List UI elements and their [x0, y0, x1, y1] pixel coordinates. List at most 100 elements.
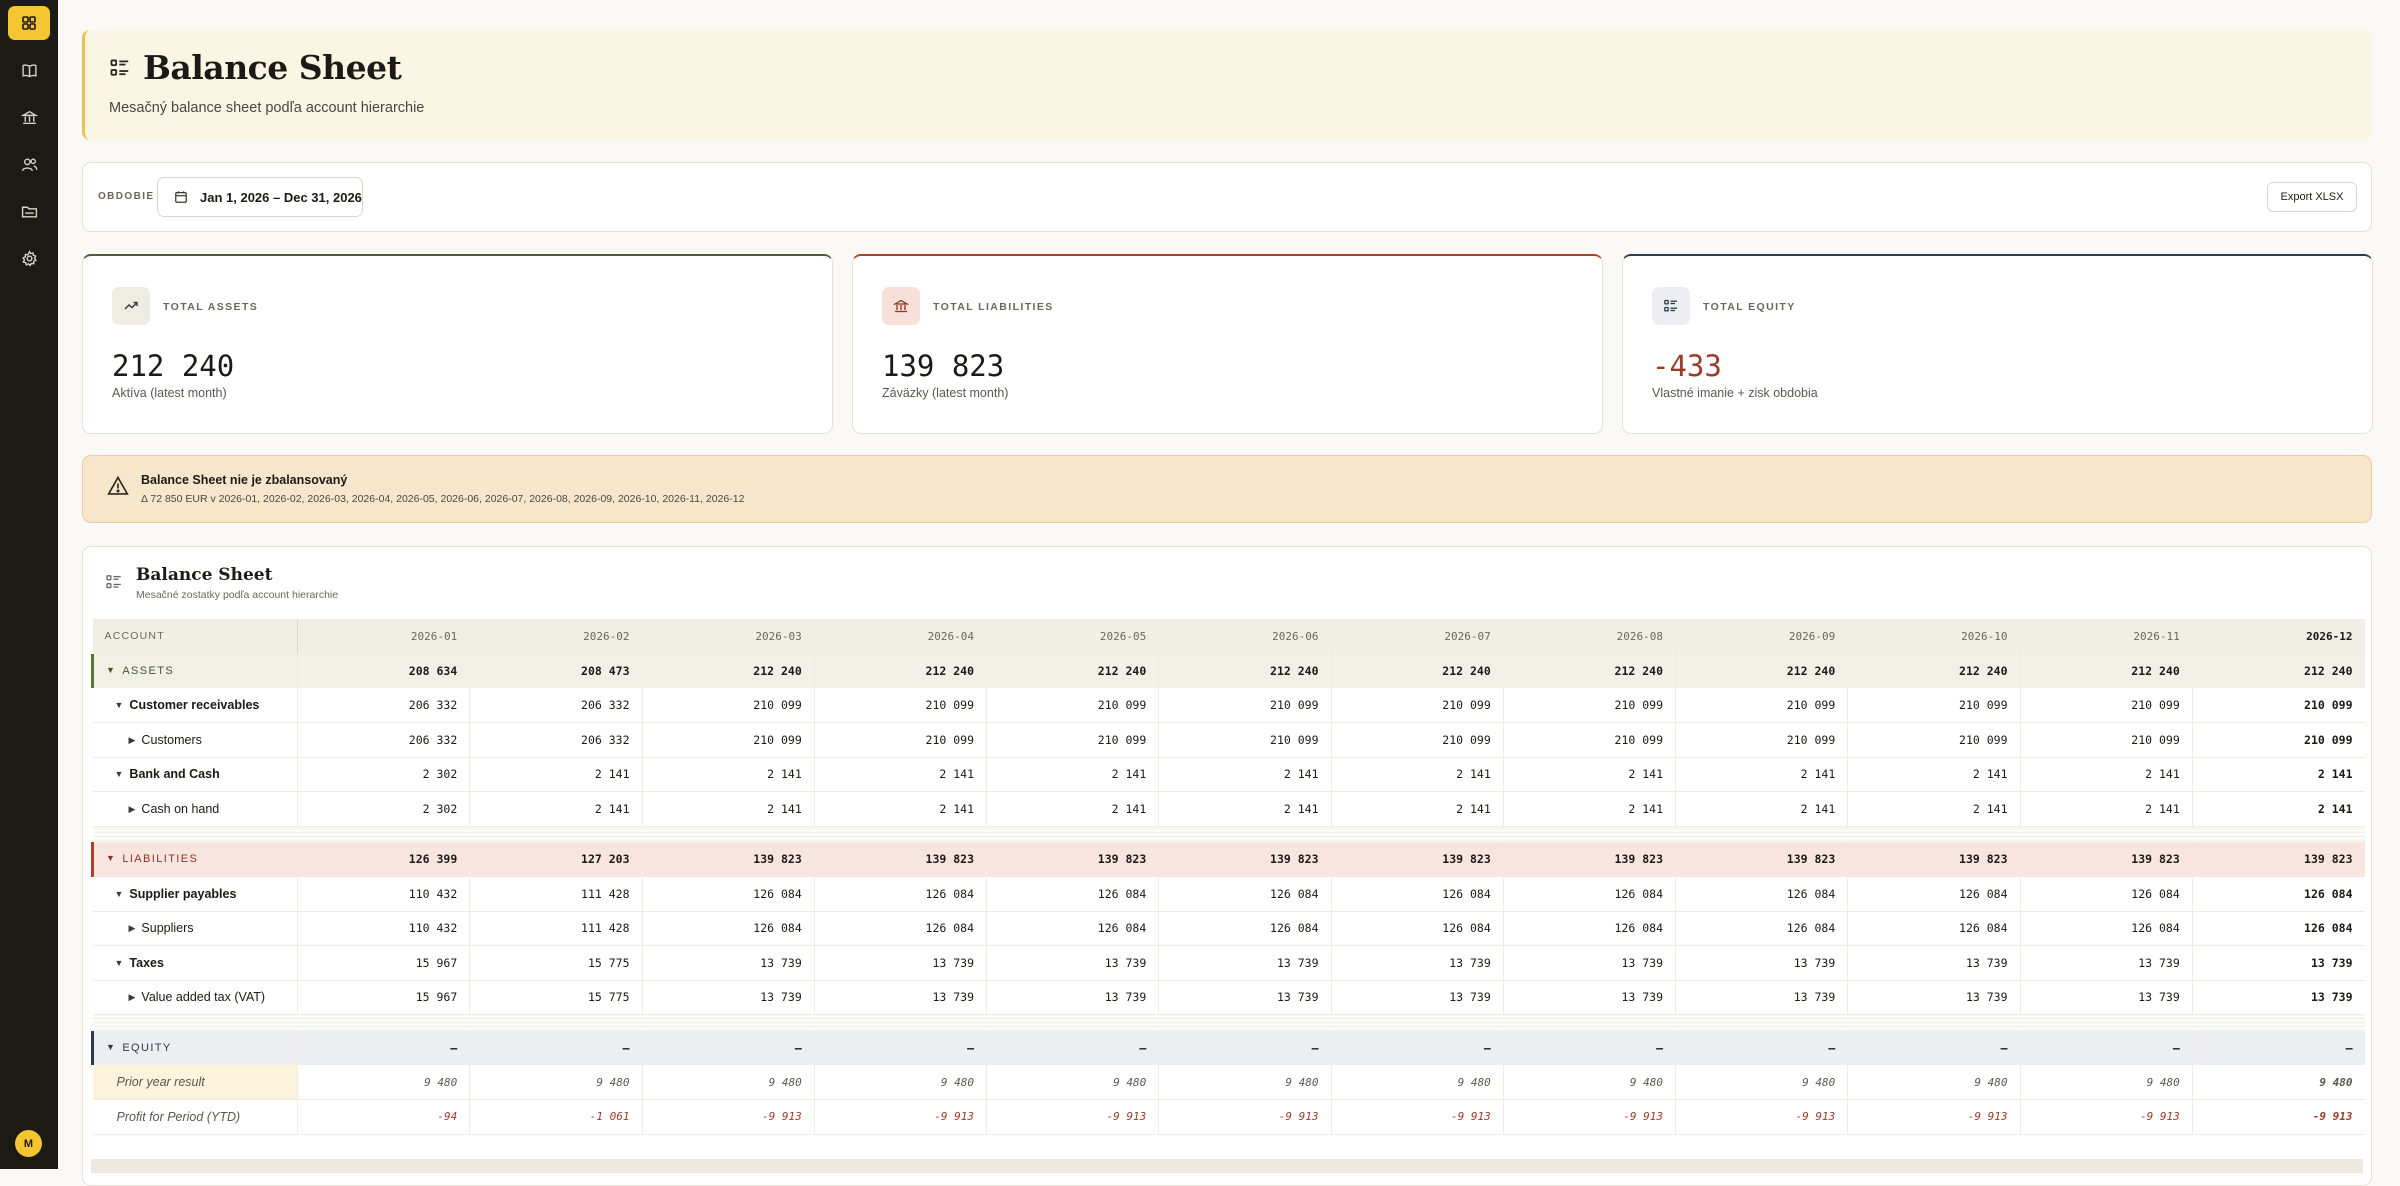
amount-cell: 9 480: [1503, 1065, 1677, 1100]
column-header-month[interactable]: 2026-03: [642, 619, 815, 654]
amount-cell: 126 084: [1158, 911, 1332, 946]
amount-cell: 13 739: [814, 945, 988, 981]
account-row[interactable]: ▶ Cash on hand 2 302 2 141 2 141 2 141 2 141 2 …: [92, 791, 2365, 827]
amount-cell: 212 240: [1331, 653, 1504, 688]
amount-cell: -9 913: [986, 1099, 1160, 1135]
group-row[interactable]: ▼ Bank and Cash 2 302 2 141 2 141 2 141 2 141 2…: [92, 757, 2365, 792]
nav-settings-button[interactable]: [8, 241, 50, 275]
amount-cell: 210 099: [1331, 722, 1504, 758]
amount-cell: 127 203: [469, 842, 643, 877]
amount-cell: -9 913: [814, 1099, 988, 1135]
amount-cell: 13 739: [986, 945, 1160, 981]
amount-cell: 2 141: [1675, 757, 1849, 792]
amount-cell: 15 967: [297, 945, 471, 981]
group-row[interactable]: ▼ Customer receivables 206 332 206 332 210 0…: [92, 688, 2365, 723]
column-header-month[interactable]: 2026-12: [2192, 619, 2365, 654]
column-header-month[interactable]: 2026-02: [469, 619, 643, 654]
amount-cell: -94: [297, 1099, 471, 1135]
nav-contacts-button[interactable]: [8, 147, 50, 181]
equity-line-row: Prior year result 9 480 9 480 9 480 9 480 9 4…: [92, 1065, 2365, 1100]
amount-cell: 9 480: [297, 1065, 471, 1100]
account-label: Customer receivables: [129, 698, 260, 712]
expand-caret-icon[interactable]: ▶: [129, 992, 136, 1003]
account-cell: Profit for Period (YTD): [92, 1099, 298, 1135]
amount-cell: 13 739: [986, 980, 1160, 1015]
collapse-caret-icon[interactable]: ▼: [106, 665, 116, 675]
account-cell: ▼ Customer receivables: [92, 688, 298, 723]
amount-cell: 139 823: [814, 842, 988, 877]
amount-cell: 210 099: [2192, 688, 2365, 723]
nav-journal-button[interactable]: [8, 53, 50, 87]
column-header-month[interactable]: 2026-07: [1331, 619, 1504, 654]
amount-cell: 139 823: [2192, 842, 2365, 877]
amount-cell: 2 141: [814, 791, 988, 827]
amount-cell: —: [986, 1030, 1160, 1065]
amount-cell: —: [2020, 1030, 2193, 1065]
collapse-caret-icon[interactable]: ▼: [115, 958, 124, 968]
amount-cell: 212 240: [1158, 653, 1332, 688]
amount-cell: 210 099: [1158, 722, 1332, 758]
column-header-month[interactable]: 2026-09: [1675, 619, 1849, 654]
amount-cell: 126 084: [986, 876, 1160, 912]
collapse-caret-icon[interactable]: ▼: [115, 769, 124, 779]
nav-dashboard-button[interactable]: [8, 6, 50, 40]
user-avatar[interactable]: M: [15, 1130, 42, 1157]
amount-cell: 210 099: [1847, 688, 2021, 723]
section-spacer: [92, 826, 2365, 842]
amount-cell: 9 480: [986, 1065, 1160, 1100]
column-header-month[interactable]: 2026-04: [814, 619, 988, 654]
account-label: Customers: [141, 732, 202, 747]
collapse-caret-icon[interactable]: ▼: [115, 889, 124, 899]
amount-cell: 126 084: [2020, 876, 2193, 912]
column-header-month[interactable]: 2026-06: [1158, 619, 1332, 654]
group-row[interactable]: ▼ Taxes 15 967 15 775 13 739 13 739 13 739 13 7…: [92, 945, 2365, 981]
column-header-account[interactable]: ACCOUNT: [92, 619, 298, 654]
column-header-month[interactable]: 2026-01: [297, 619, 471, 654]
amount-cell: 9 480: [1675, 1065, 1849, 1100]
account-cell: ▼ Taxes: [92, 945, 298, 981]
column-header-month[interactable]: 2026-11: [2020, 619, 2193, 654]
amount-cell: 210 099: [986, 722, 1160, 758]
expand-caret-icon[interactable]: ▶: [129, 804, 136, 815]
period-picker[interactable]: Jan 1, 2026 – Dec 31, 2026: [157, 177, 363, 217]
collapse-caret-icon[interactable]: ▼: [115, 700, 124, 710]
amount-cell: 2 141: [986, 757, 1160, 792]
amount-cell: -9 913: [2192, 1099, 2365, 1135]
amount-cell: 13 739: [1331, 945, 1504, 981]
amount-cell: 126 084: [814, 876, 988, 912]
account-row[interactable]: ▶ Suppliers 110 432 111 428 126 084 126 084 12…: [92, 911, 2365, 946]
amount-cell: 139 823: [1331, 842, 1504, 877]
amount-cell: 2 141: [986, 791, 1160, 827]
table-title: Balance Sheet: [136, 565, 273, 585]
nav-documents-button[interactable]: [8, 194, 50, 228]
horizontal-scrollbar[interactable]: [91, 1159, 2363, 1173]
column-header-month[interactable]: 2026-05: [986, 619, 1160, 654]
table-header-row: ACCOUNT 2026-01 2026-02 2026-03 2026-04 2026-…: [92, 619, 2365, 654]
account-row[interactable]: ▶ Value added tax (VAT) 15 967 15 775 13 739…: [92, 980, 2365, 1015]
expand-caret-icon[interactable]: ▶: [129, 923, 136, 934]
account-label: Cash on hand: [141, 801, 220, 816]
account-row[interactable]: ▶ Customers 206 332 206 332 210 099 210 099 21…: [92, 722, 2365, 758]
column-header-month[interactable]: 2026-08: [1503, 619, 1677, 654]
amount-cell: 2 141: [642, 757, 815, 792]
amount-cell: 208 473: [469, 653, 643, 688]
amount-cell: 212 240: [2192, 653, 2365, 688]
collapse-caret-icon[interactable]: ▼: [106, 1042, 116, 1052]
collapse-caret-icon[interactable]: ▼: [106, 853, 116, 863]
amount-cell: —: [1503, 1030, 1677, 1065]
amount-cell: 2 302: [297, 791, 471, 827]
group-row[interactable]: ▼ Supplier payables 110 432 111 428 126 084 1…: [92, 876, 2365, 912]
column-header-month[interactable]: 2026-10: [1847, 619, 2021, 654]
amount-cell: 9 480: [2020, 1065, 2193, 1100]
section-row[interactable]: ▼ LIABILITIES 126 399 127 203 139 823 139 823…: [91, 842, 2365, 877]
account-label: Profit for Period (YTD): [116, 1109, 241, 1124]
account-label: Value added tax (VAT): [141, 990, 266, 1005]
section-row[interactable]: ▼ ASSETS 208 634 208 473 212 240 212 240 212 2…: [91, 653, 2365, 688]
section-row[interactable]: ▼ EQUITY — — — — — — — — — — — —: [91, 1030, 2365, 1065]
amount-cell: 206 332: [469, 688, 643, 723]
amount-cell: 210 099: [814, 722, 988, 758]
export-xlsx-button[interactable]: Export XLSX: [2267, 182, 2357, 212]
expand-caret-icon[interactable]: ▶: [129, 735, 136, 746]
kpi-subtitle: Aktíva (latest month): [112, 386, 227, 400]
nav-bank-button[interactable]: [8, 100, 50, 134]
